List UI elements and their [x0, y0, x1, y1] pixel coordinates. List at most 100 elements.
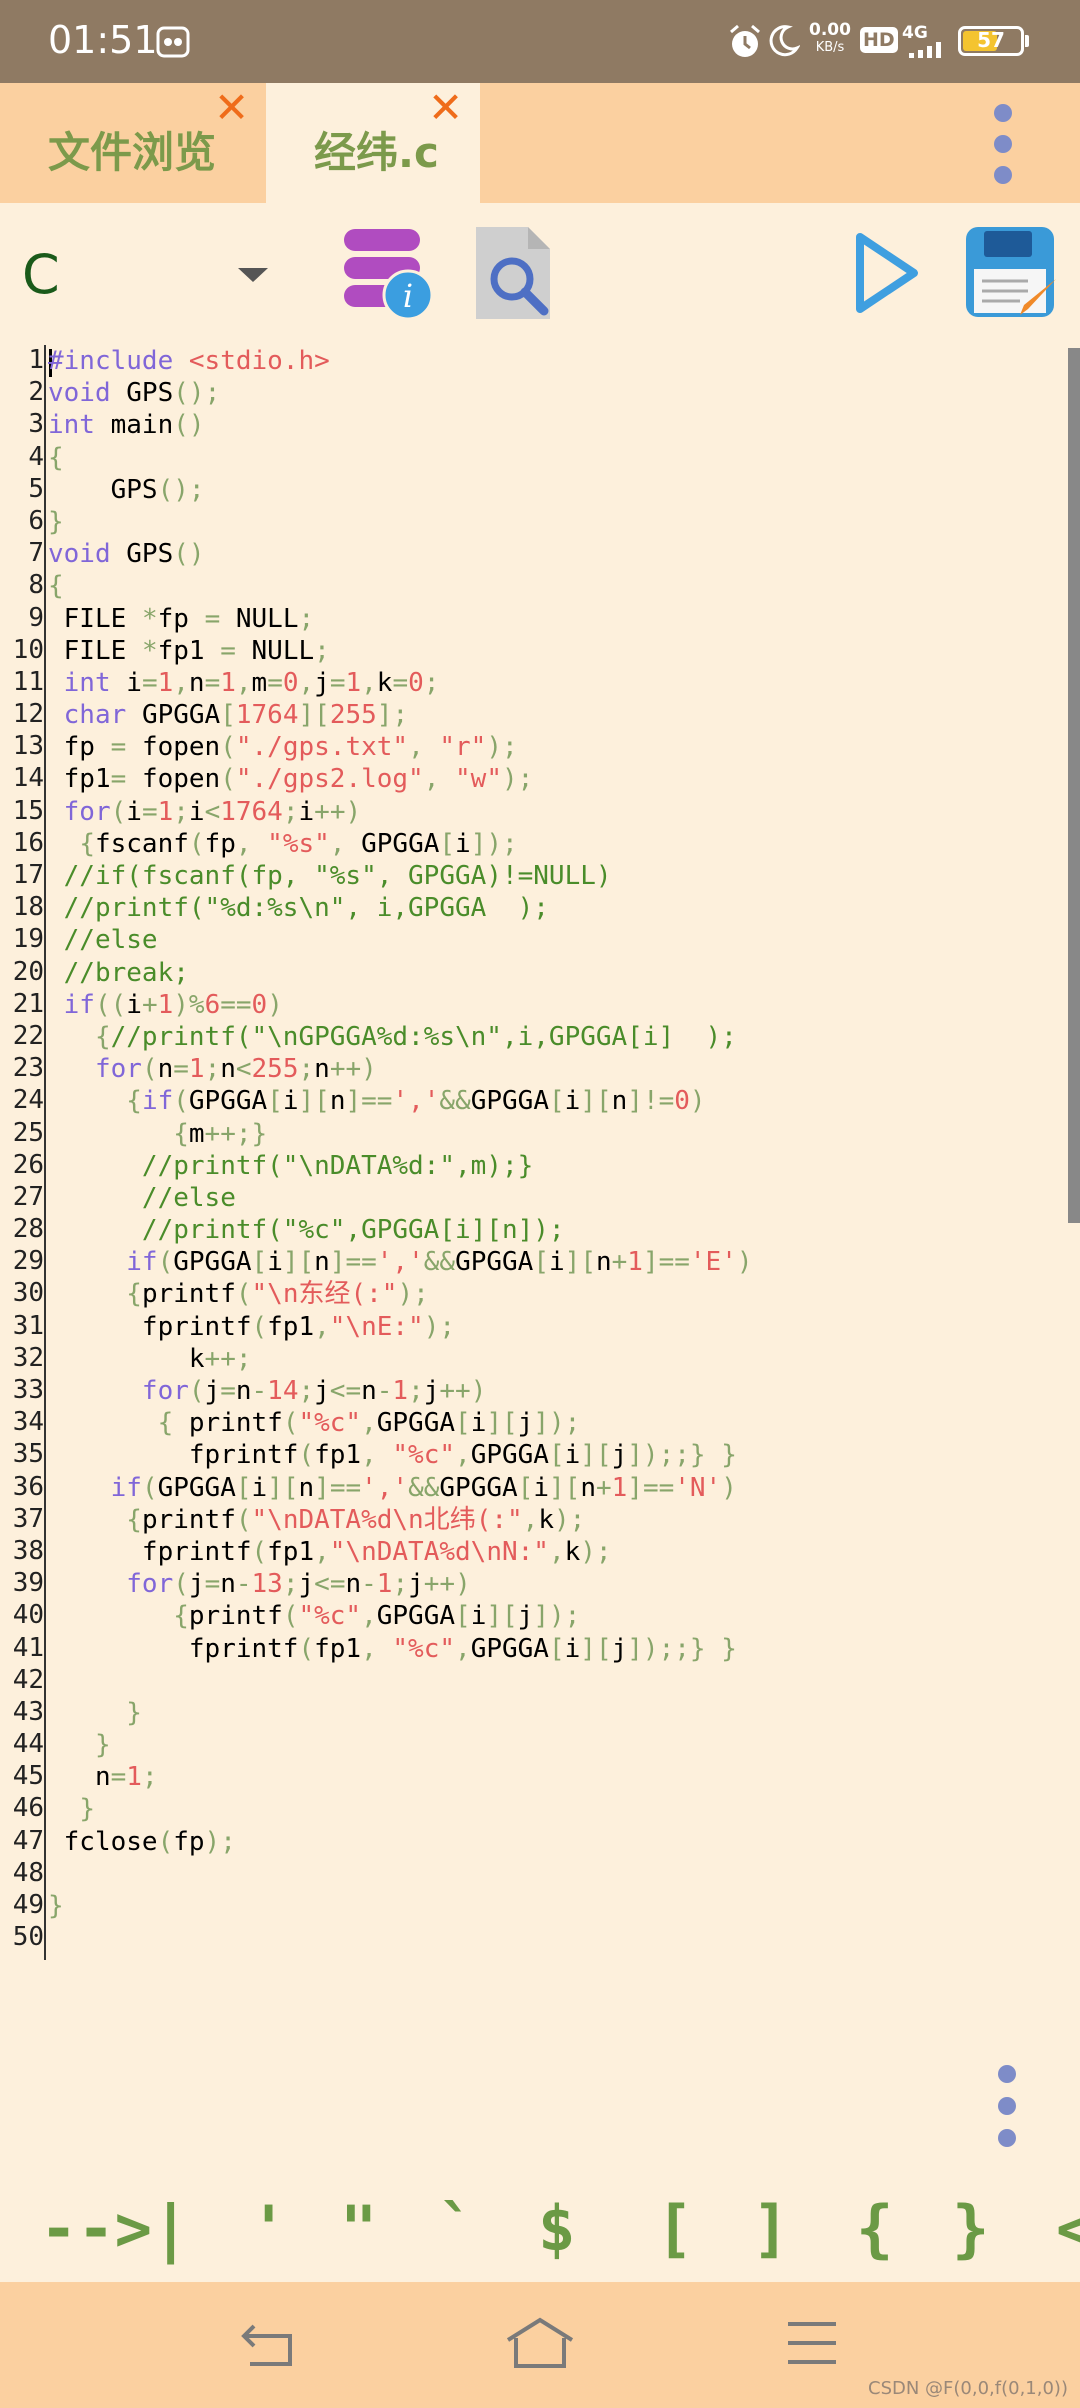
- code-line[interactable]: {printf("%c",GPGGA[i][j]);: [48, 1600, 753, 1632]
- net-speed: 0.00 KB/s: [806, 22, 854, 56]
- language-select-value: C: [22, 243, 60, 306]
- code-text[interactable]: #include <stdio.h> void GPS(); int main(){…: [48, 345, 753, 1954]
- menu-icon[interactable]: [786, 2320, 838, 2366]
- code-line[interactable]: {: [48, 442, 753, 474]
- code-line[interactable]: {fscanf(fp, "%s", GPGGA[i]);: [48, 828, 753, 860]
- database-info-icon[interactable]: i: [340, 223, 436, 323]
- code-line[interactable]: }: [48, 1729, 753, 1761]
- line-number: 1: [28, 345, 44, 375]
- tab-current-file[interactable]: 经纬.c ✕: [266, 83, 480, 203]
- code-line[interactable]: FILE *fp = NULL;: [48, 603, 753, 635]
- code-line[interactable]: }: [48, 506, 753, 538]
- line-number: 29: [12, 1246, 44, 1277]
- symbol-key-backtick[interactable]: `: [438, 2192, 475, 2265]
- code-line[interactable]: [48, 1665, 753, 1697]
- run-play-icon[interactable]: [852, 231, 922, 315]
- code-line[interactable]: for(j=n-13;j<=n-1;j++): [48, 1568, 753, 1600]
- alarm-icon: [730, 24, 760, 57]
- symbol-key-less-than[interactable]: <: [1056, 2192, 1080, 2265]
- code-line[interactable]: //break;: [48, 957, 753, 989]
- line-number: 7: [28, 538, 44, 569]
- code-line[interactable]: int main(): [48, 409, 753, 441]
- code-line[interactable]: }: [48, 1697, 753, 1729]
- code-line[interactable]: n=1;: [48, 1761, 753, 1793]
- code-line[interactable]: {: [48, 570, 753, 602]
- symbol-key-right-brace[interactable]: }: [952, 2192, 989, 2265]
- code-line[interactable]: void GPS(): [48, 538, 753, 570]
- code-line[interactable]: if(GPGGA[i][n]==','&&GPGGA[i][n+1]=='E'): [48, 1246, 752, 1278]
- tab-bar: 文件浏览 ✕ 经纬.c ✕: [0, 83, 1080, 203]
- search-icon[interactable]: [474, 225, 554, 321]
- vertical-scrollbar[interactable]: [1068, 348, 1080, 1223]
- line-number: 38: [12, 1535, 44, 1566]
- line-number: 50: [12, 1922, 44, 1953]
- save-icon[interactable]: [964, 225, 1060, 321]
- code-line[interactable]: {m++;}: [48, 1118, 753, 1150]
- line-number: 48: [12, 1857, 44, 1888]
- tab-file-browser-close-icon[interactable]: ✕: [214, 83, 249, 132]
- editor-toolbar: C i: [0, 203, 1080, 343]
- code-line[interactable]: }: [48, 1890, 753, 1922]
- code-line[interactable]: fprintf(fp1,"\nE:");: [48, 1311, 753, 1343]
- symbol-key-double-quote[interactable]: ": [340, 2192, 377, 2265]
- code-line[interactable]: //else: [48, 1182, 753, 1214]
- code-line[interactable]: { printf("%c",GPGGA[i][j]);: [48, 1407, 753, 1439]
- more-options-icon[interactable]: [988, 101, 1018, 187]
- code-line[interactable]: for(n=1;n<255;n++): [48, 1053, 753, 1085]
- code-line[interactable]: fprintf(fp1, "%c",GPGGA[i][j]);;} }: [48, 1439, 753, 1471]
- chevron-down-icon: [238, 268, 268, 282]
- code-line[interactable]: if(GPGGA[i][n]==','&&GPGGA[i][n+1]=='N'): [48, 1472, 753, 1504]
- code-line[interactable]: fp = fopen("./gps.txt", "r");: [48, 731, 753, 763]
- symbol-key-left-bracket[interactable]: [: [656, 2192, 693, 2265]
- code-line[interactable]: //printf("%d:%s\n", i,GPGGA );: [48, 892, 753, 924]
- code-line[interactable]: k++;: [48, 1343, 753, 1375]
- symbol-key-left-brace[interactable]: {: [856, 2192, 893, 2265]
- line-number: 8: [28, 570, 44, 601]
- tab-file-browser[interactable]: 文件浏览 ✕: [0, 83, 262, 203]
- tab-current-file-close-icon[interactable]: ✕: [428, 83, 463, 132]
- language-select[interactable]: C: [0, 223, 300, 323]
- code-line[interactable]: [48, 1858, 753, 1890]
- code-editor[interactable]: 1 2 3 4 5 6 7 8 9 10 11 12 13 14 15 16 17 18 19 20 21 22 23 24 2…: [0, 345, 1080, 1965]
- code-line[interactable]: for(i=1;i<1764;i++): [48, 796, 753, 828]
- code-line[interactable]: FILE *fp1 = NULL;: [48, 635, 753, 667]
- code-line[interactable]: //if(fscanf(fp, "%s", GPGGA)!=NULL): [48, 860, 753, 892]
- status-time: 01:51: [48, 18, 158, 62]
- line-number: 21: [12, 988, 44, 1019]
- line-number: 9: [28, 602, 44, 633]
- symbol-key-dollar[interactable]: $: [538, 2192, 575, 2265]
- code-line[interactable]: fp1= fopen("./gps2.log", "w");: [48, 763, 753, 795]
- code-line[interactable]: if((i+1)%6==0): [48, 989, 753, 1021]
- home-icon[interactable]: [504, 2316, 576, 2370]
- code-line[interactable]: {printf("\n东经(:");: [48, 1278, 753, 1310]
- symbol-key-tab[interactable]: -->|: [40, 2192, 189, 2265]
- back-icon[interactable]: [240, 2318, 296, 2368]
- code-line[interactable]: [48, 1922, 753, 1954]
- code-line[interactable]: int i=1,n=1,m=0,j=1,k=0;: [48, 667, 753, 699]
- symbol-key-single-quote[interactable]: ': [250, 2192, 287, 2265]
- code-line[interactable]: //printf("\nDATA%d:",m);}: [48, 1150, 753, 1182]
- battery-level: 57: [977, 28, 1005, 52]
- code-line[interactable]: }: [48, 1793, 753, 1825]
- editor-more-options-icon[interactable]: [990, 2062, 1024, 2152]
- line-number: 34: [12, 1407, 44, 1438]
- signal-icon: [909, 42, 941, 58]
- line-number: 49: [12, 1890, 44, 1920]
- line-number: 22: [12, 1020, 44, 1051]
- code-line[interactable]: fclose(fp);: [48, 1826, 753, 1858]
- code-line[interactable]: fprintf(fp1,"\nDATA%d\nN:",k);: [48, 1536, 753, 1568]
- line-number: 26: [12, 1149, 44, 1180]
- code-line[interactable]: for(j=n-14;j<=n-1;j++): [48, 1375, 753, 1407]
- battery-icon: 57: [958, 26, 1024, 56]
- code-line[interactable]: char GPGGA[1764][255];: [48, 699, 753, 731]
- code-line[interactable]: fprintf(fp1, "%c",GPGGA[i][j]);;} }: [48, 1633, 753, 1665]
- code-line[interactable]: {//printf("\nGPGGA%d:%s\n",i,GPGGA[i] );: [48, 1021, 753, 1053]
- code-line[interactable]: #include <stdio.h>: [48, 345, 753, 377]
- code-line[interactable]: void GPS();: [48, 377, 753, 409]
- code-line[interactable]: {if(GPGGA[i][n]==','&&GPGGA[i][n]!=0): [48, 1085, 753, 1117]
- code-line[interactable]: //printf("%c",GPGGA[i][n]);: [48, 1214, 753, 1246]
- symbol-key-right-bracket[interactable]: ]: [752, 2192, 789, 2265]
- code-line[interactable]: GPS();: [48, 474, 753, 506]
- code-line[interactable]: {printf("\nDATA%d\n北纬(:",k);: [48, 1504, 753, 1536]
- code-line[interactable]: //else: [48, 924, 753, 956]
